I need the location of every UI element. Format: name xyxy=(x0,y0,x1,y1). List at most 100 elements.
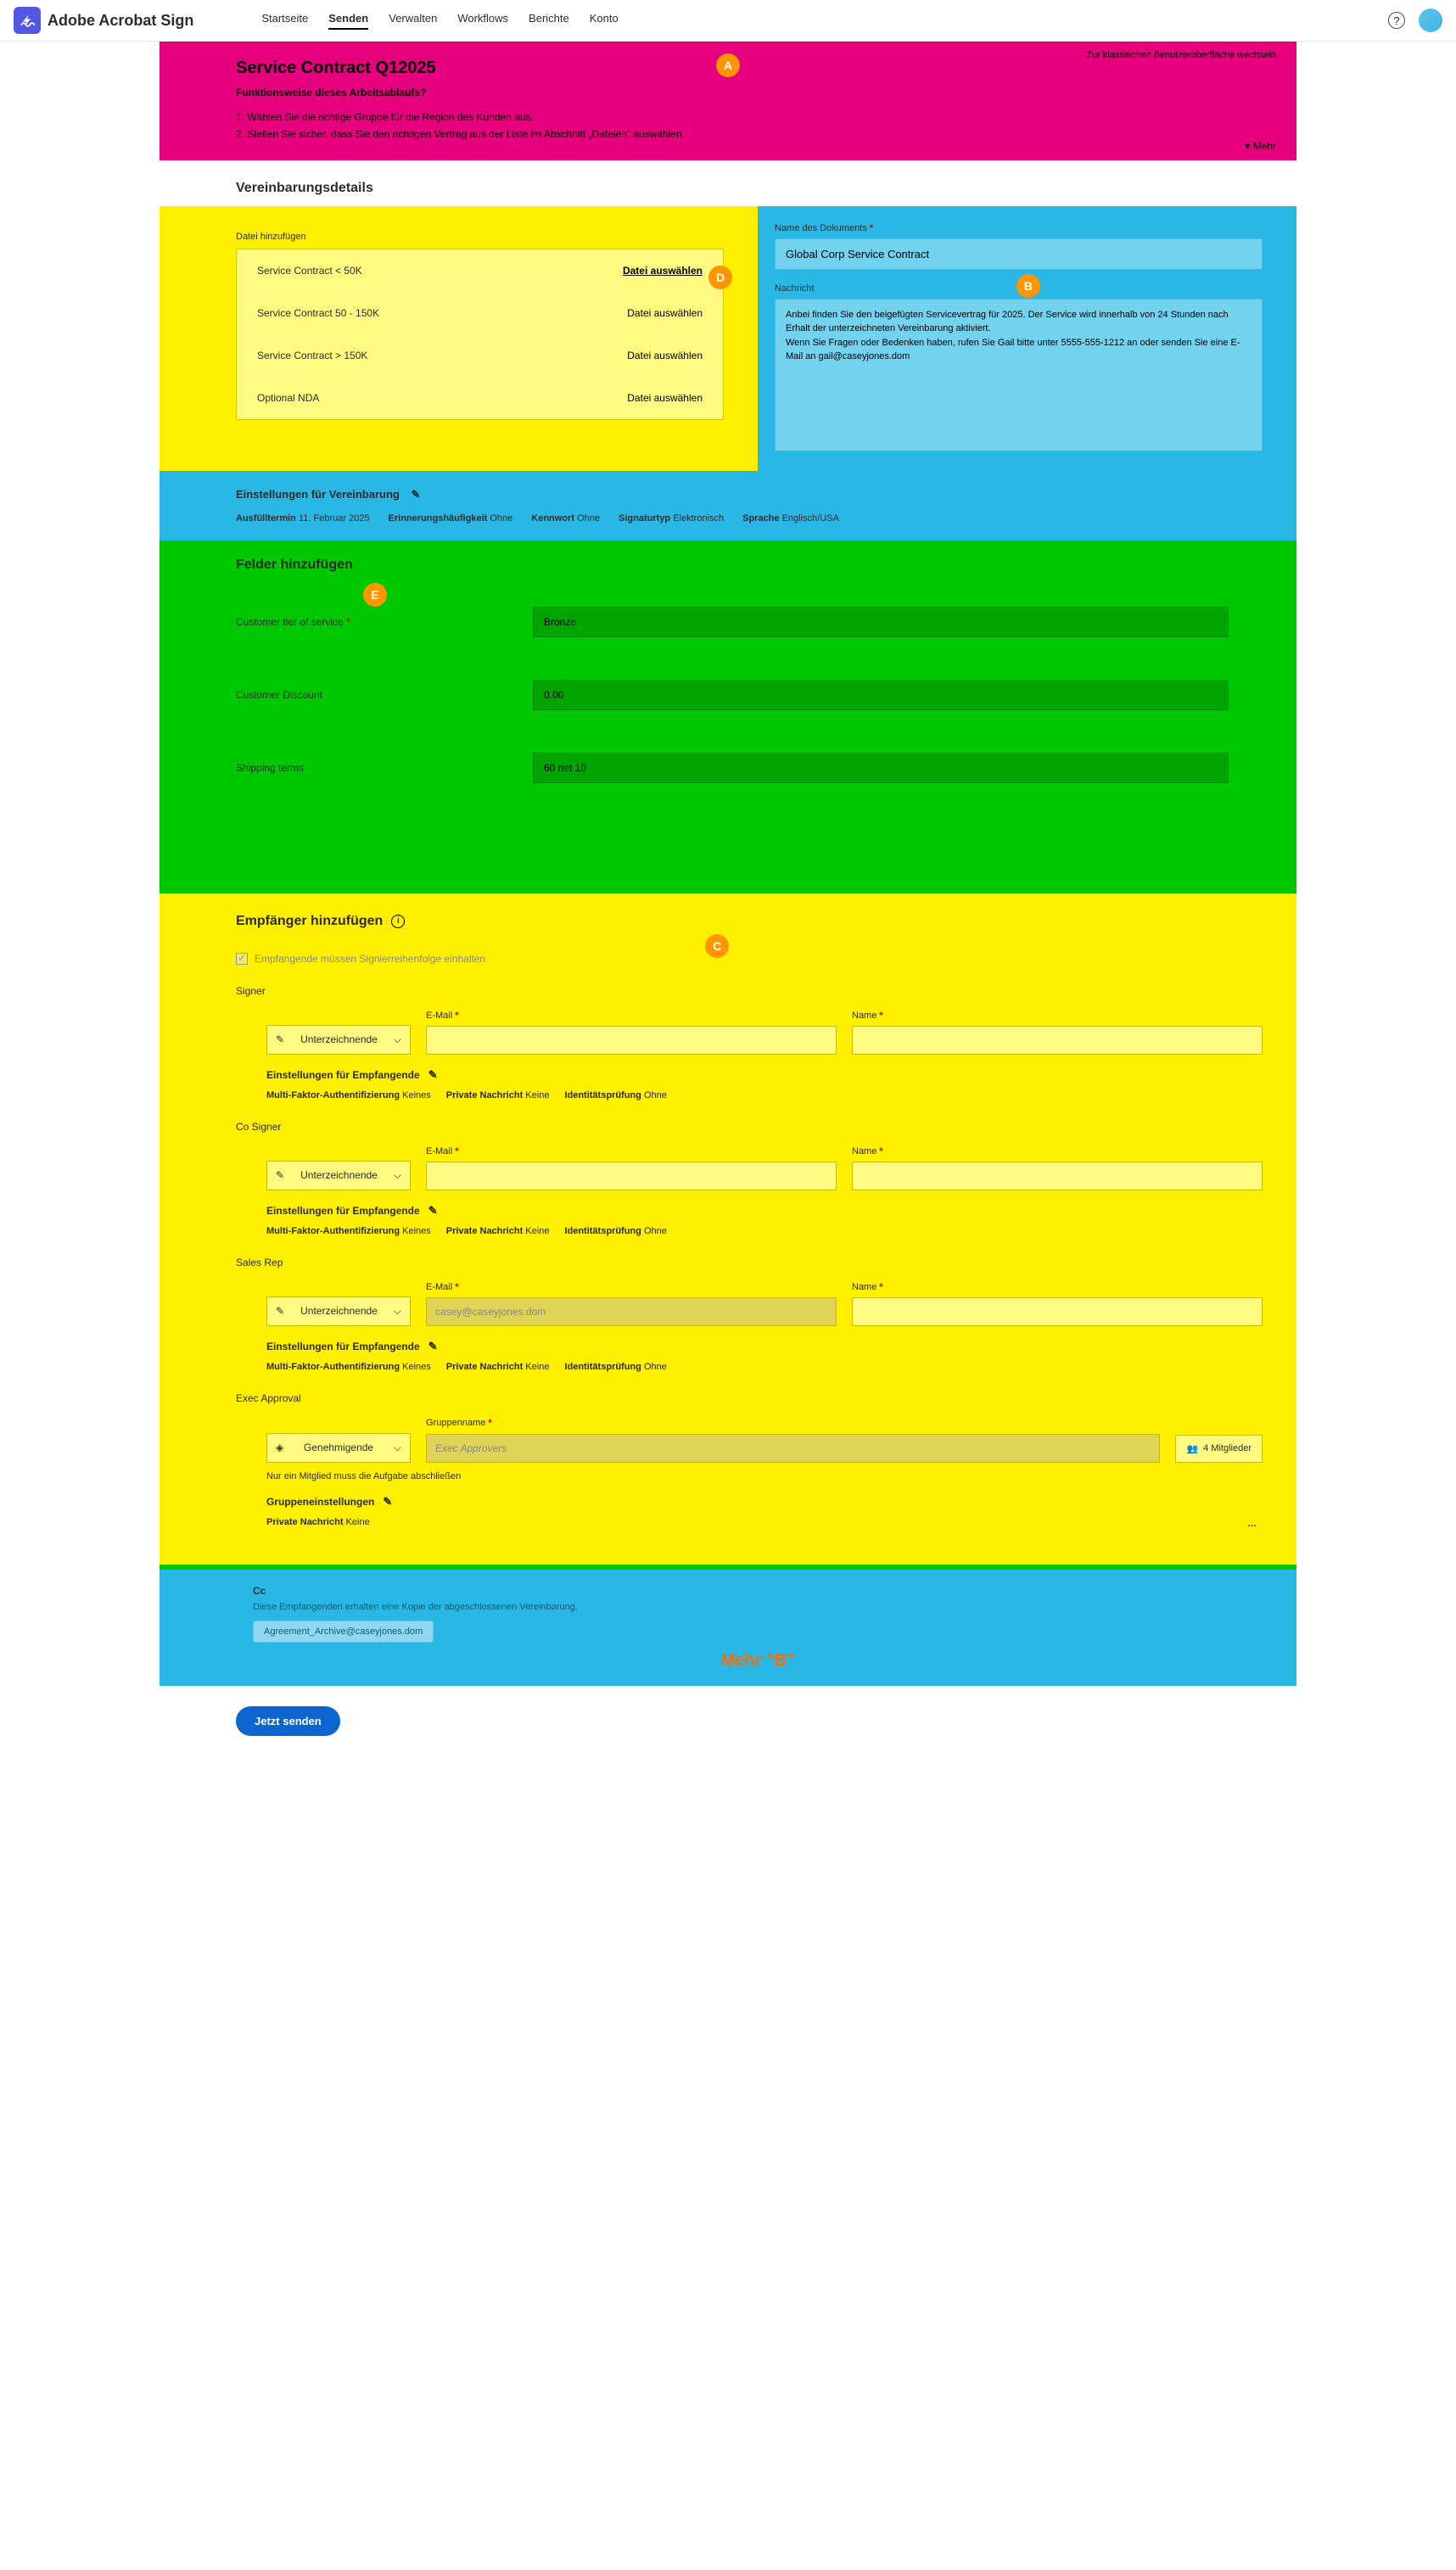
edit-settings-icon[interactable]: ✎ xyxy=(412,488,421,501)
file-select-link[interactable]: Datei auswählen xyxy=(627,307,703,319)
email-label: E-Mail xyxy=(426,1282,837,1292)
role-select[interactable]: ◈ Genehmigende ⌵ xyxy=(266,1433,411,1463)
signer-name-input[interactable] xyxy=(852,1026,1263,1055)
app-header: Adobe Acrobat Sign Startseite Senden Ver… xyxy=(0,0,1456,42)
workflow-banner: Zur klassischen Benutzeroberfläche wechs… xyxy=(160,42,1296,160)
name-label: Name xyxy=(852,1282,1263,1292)
recipient-block-signer: Signer ✎ Unterzeichnende ⌵ E-Mail Name E… xyxy=(236,985,1263,1100)
chevron-down-icon: ⌵ xyxy=(394,1033,401,1046)
role-select[interactable]: ✎ Unterzeichnende ⌵ xyxy=(266,1161,411,1190)
details-heading: Vereinbarungsdetails xyxy=(236,181,1296,196)
field-row: Customer tier of service * xyxy=(236,607,1263,637)
cc-title: Cc xyxy=(253,1585,1263,1597)
nav-verwalten[interactable]: Verwalten xyxy=(389,12,437,30)
recipients-title: Empfänger hinzufügen i xyxy=(236,914,1263,929)
email-label: E-Mail xyxy=(426,1011,837,1021)
file-select-link[interactable]: Datei auswählen xyxy=(623,265,703,277)
signer-email-input[interactable] xyxy=(426,1026,837,1055)
edit-recipient-icon[interactable]: ✎ xyxy=(428,1204,438,1217)
recipient-block-salesrep: Sales Rep ✎ Unterzeichnende ⌵ E-Mail Nam… xyxy=(236,1257,1263,1372)
info-icon[interactable]: i xyxy=(391,915,405,928)
recipient-settings: Einstellungen für Empfangende✎ Multi-Fak… xyxy=(236,1068,1263,1100)
recipient-settings-row: Multi-Faktor-Authentifizierung Keines Pr… xyxy=(266,1090,1263,1100)
cosigner-name-input[interactable] xyxy=(852,1162,1263,1190)
cc-subtitle: Diese Empfangenden erhalten eine Kopie d… xyxy=(253,1602,1263,1612)
settings-title: Einstellungen für Vereinbarung ✎ xyxy=(236,488,1263,501)
group-label: Gruppenname xyxy=(236,1418,1263,1428)
recipient-role: Signer xyxy=(236,985,1263,997)
recipients-panel: Empfänger hinzufügen i C Empfangende müs… xyxy=(160,893,1296,1565)
salesrep-email-input[interactable] xyxy=(426,1297,837,1326)
field-label: Customer Discount xyxy=(236,689,533,701)
more-options-icon[interactable]: … xyxy=(1242,1517,1263,1531)
group-settings-title: Gruppeneinstellungen✎ xyxy=(266,1495,1263,1509)
workflow-instruction-2: 2. Stellen Sie sicher, dass Sie den rich… xyxy=(236,126,1220,143)
customer-discount-input[interactable] xyxy=(533,680,1229,710)
header-right: ? xyxy=(1388,8,1442,32)
members-count: 4 Mitglieder xyxy=(1203,1443,1252,1453)
file-select-link[interactable]: Datei auswählen xyxy=(627,350,703,361)
edit-recipient-icon[interactable]: ✎ xyxy=(428,1068,438,1081)
message-textarea[interactable]: Anbei finden Sie den beigefügten Service… xyxy=(775,299,1263,451)
nav-konto[interactable]: Konto xyxy=(590,12,619,30)
field-row: Shipping terms xyxy=(236,753,1263,783)
nav-senden[interactable]: Senden xyxy=(328,12,368,30)
nav-startseite[interactable]: Startseite xyxy=(261,12,308,30)
reminder-label: Erinnerungshäufigkeit xyxy=(389,513,488,524)
file-name: Optional NDA xyxy=(257,392,319,404)
recipient-block-exec: Exec Approval Gruppenname ◈ Genehmigende… xyxy=(236,1392,1263,1531)
chevron-down-icon: ⌵ xyxy=(394,1442,401,1454)
workflow-subtitle: Funktionsweise dieses Arbeitsablaufs? xyxy=(236,87,1220,98)
classic-ui-link[interactable]: Zur klassischen Benutzeroberfläche wechs… xyxy=(1086,50,1276,60)
group-settings-row: Private Nachricht Keine … xyxy=(266,1517,1263,1531)
workflow-instruction-1: 1. Wählen Sie die richtige Gruppe für di… xyxy=(236,109,1220,126)
file-select-link[interactable]: Datei auswählen xyxy=(627,392,703,404)
main-nav: Startseite Senden Verwalten Workflows Be… xyxy=(261,12,618,30)
file-row: Optional NDA Datei auswählen xyxy=(237,377,723,419)
role-select[interactable]: ✎ Unterzeichnende ⌵ xyxy=(266,1025,411,1055)
field-label: Shipping terms xyxy=(236,762,533,774)
recipient-grid: ✎ Unterzeichnende ⌵ E-Mail Name xyxy=(236,1282,1263,1326)
edit-recipient-icon[interactable]: ✎ xyxy=(428,1340,438,1352)
role-select[interactable]: ✎ Unterzeichnende ⌵ xyxy=(266,1296,411,1326)
group-grid: ◈ Genehmigende ⌵ 👥 4 Mitglieder xyxy=(236,1433,1263,1463)
help-icon[interactable]: ? xyxy=(1388,12,1405,29)
name-label: Name xyxy=(852,1011,1263,1021)
shipping-terms-input[interactable] xyxy=(533,753,1229,783)
file-row: Service Contract 50 - 150K Datei auswähl… xyxy=(237,292,723,334)
settings-row: Ausfülltermin 11. Februar 2025 Erinnerun… xyxy=(236,513,1263,524)
callout-a: A xyxy=(716,53,740,77)
recipient-block-cosigner: Co Signer ✎ Unterzeichnende ⌵ E-Mail Nam… xyxy=(236,1121,1263,1236)
sigtype-label: Signaturtyp xyxy=(619,513,670,524)
adobe-sign-icon xyxy=(14,7,41,34)
file-row: Service Contract < 50K Datei auswählen xyxy=(237,249,723,292)
file-row: Service Contract > 150K Datei auswählen xyxy=(237,334,723,377)
cc-chip[interactable]: Agreement_Archive@caseyjones.dom xyxy=(253,1621,434,1643)
send-now-button[interactable]: Jetzt senden xyxy=(236,1706,340,1736)
avatar[interactable] xyxy=(1419,8,1442,32)
nav-workflows[interactable]: Workflows xyxy=(457,12,508,30)
signing-order-checkbox[interactable] xyxy=(236,953,248,965)
edit-group-icon[interactable]: ✎ xyxy=(383,1495,392,1508)
agreement-settings: Einstellungen für Vereinbarung ✎ Ausfüll… xyxy=(160,471,1296,540)
files-list: Service Contract < 50K Datei auswählen S… xyxy=(236,249,724,420)
signing-order-label: Empfangende müssen Signierreihenfolge ei… xyxy=(255,953,485,965)
signing-order-checkbox-row: Empfangende müssen Signierreihenfolge ei… xyxy=(236,953,1263,965)
members-button[interactable]: 👥 4 Mitglieder xyxy=(1175,1435,1263,1463)
expand-mehr-link[interactable]: Mehr xyxy=(1245,140,1276,152)
recipient-role: Co Signer xyxy=(236,1121,1263,1133)
details-row: Datei hinzufügen Service Contract < 50K … xyxy=(160,206,1296,471)
lang-label: Sprache xyxy=(742,513,779,524)
group-name-input[interactable] xyxy=(426,1434,1160,1463)
file-name: Service Contract 50 - 150K xyxy=(257,307,379,319)
nav-berichte[interactable]: Berichte xyxy=(529,12,569,30)
settings-title-text: Einstellungen für Vereinbarung xyxy=(236,488,400,501)
cosigner-email-input[interactable] xyxy=(426,1162,837,1190)
recipient-grid: ✎ Unterzeichnende ⌵ E-Mail Name xyxy=(236,1146,1263,1190)
customer-tier-input[interactable] xyxy=(533,607,1229,637)
app-name: Adobe Acrobat Sign xyxy=(48,12,193,30)
doc-name-input[interactable] xyxy=(775,238,1263,270)
salesrep-name-input[interactable] xyxy=(852,1297,1263,1326)
password-label: Kennwort xyxy=(531,513,574,524)
document-panel: Name des Dokuments Nachricht Anbei finde… xyxy=(758,206,1296,471)
